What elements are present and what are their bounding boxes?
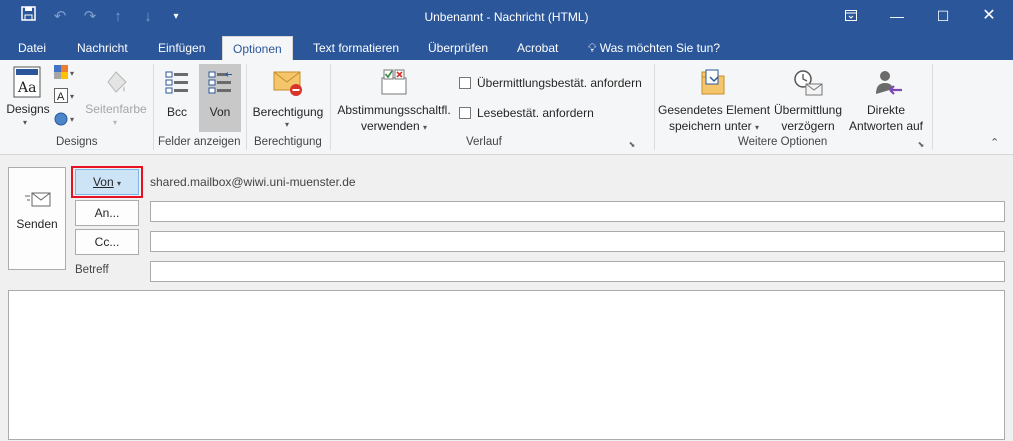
group-separator [153, 64, 154, 150]
von-toggle-label: Von [209, 105, 231, 119]
checkbox-box [459, 77, 471, 89]
to-field[interactable] [150, 201, 1005, 222]
message-body[interactable] [8, 290, 1005, 440]
tab-ueberpruefen[interactable]: Überprüfen [418, 36, 498, 60]
gesendetes-element-button[interactable]: Gesendetes Element speichern unter ▾ [658, 64, 770, 134]
checkbox-box [459, 107, 471, 119]
lesebestaetigung-label: Lesebestät. anfordern [477, 106, 594, 120]
paint-bucket-icon [107, 71, 127, 93]
title-bar: ↶ ↷ ↑ ↓ ▾ Unbenannt - Nachricht (HTML) —… [0, 0, 1013, 36]
group-label-berechtigung: Berechtigung [254, 136, 322, 148]
tell-me-label: Was möchten Sie tun? [599, 41, 721, 55]
svg-text:Aa: Aa [17, 80, 36, 96]
tab-nachricht[interactable]: Nachricht [67, 36, 138, 60]
bcc-field-icon [165, 71, 188, 94]
seitenfarbe-label: Seitenfarbe [85, 102, 147, 116]
chevron-down-icon: ▾ [113, 118, 118, 127]
uebermittlung-verzoegern-button[interactable]: Übermittlung verzögern [770, 64, 846, 134]
send-label: Senden [16, 217, 58, 231]
fonts-dropdown[interactable]: A ▾ [54, 88, 78, 106]
designs-icon: Aa [13, 66, 41, 98]
gesendetes-label-line1: Gesendetes Element [658, 103, 771, 117]
bcc-label: Bcc [166, 105, 187, 119]
an-button[interactable]: An... [75, 200, 139, 226]
group-label-verlauf: Verlauf [466, 136, 502, 148]
close-icon[interactable]: ✕ [966, 0, 1012, 32]
svg-text:▾: ▾ [70, 69, 74, 78]
designs-label: Designs [6, 102, 50, 116]
tab-acrobat[interactable]: Acrobat [507, 36, 568, 60]
subject-field[interactable] [150, 261, 1005, 282]
theme-fonts-icon: A ▾ [54, 88, 74, 103]
group-label-weitere: Weitere Optionen [738, 136, 828, 148]
tab-optionen[interactable]: Optionen [222, 36, 293, 60]
lightbulb-icon: 💡︎ [588, 41, 597, 55]
delay-delivery-icon [794, 70, 823, 96]
designs-button[interactable]: Aa Designs ▾ [6, 64, 50, 132]
colors-dropdown[interactable]: ▾ [54, 65, 78, 83]
gesendetes-label-line2: speichern unter ▾ [668, 119, 760, 133]
cc-field[interactable] [150, 231, 1005, 252]
maximize-icon[interactable]: ☐ [920, 0, 966, 32]
von-button[interactable]: Von ▾ [75, 169, 139, 195]
von-toggle-button[interactable]: Von [199, 64, 241, 132]
dialog-launcher-icon[interactable]: ⬊ [627, 140, 637, 150]
direkte-antworten-button[interactable]: Direkte Antworten auf [846, 64, 926, 134]
svg-text:▾: ▾ [70, 92, 74, 101]
group-separator [654, 64, 655, 150]
minimize-icon[interactable]: — [874, 0, 920, 32]
theme-colors-icon: ▾ [54, 65, 74, 79]
effects-dropdown[interactable]: ▾ [54, 111, 78, 129]
uebermittlungsbestaetigung-label: Übermittlungsbestät. anfordern [477, 76, 642, 90]
chevron-down-icon: ▾ [285, 120, 290, 129]
tell-me-box[interactable]: 💡︎ Was möchten Sie tun? [588, 36, 720, 60]
svg-text:A: A [57, 91, 65, 103]
abstimmung-button[interactable]: Abstimmungsschaltfl. verwenden ▾ [334, 64, 454, 134]
tab-datei[interactable]: Datei [8, 36, 56, 60]
tab-text-formatieren[interactable]: Text formatieren [303, 36, 409, 60]
group-separator [330, 64, 331, 150]
svg-text:▾: ▾ [70, 115, 74, 124]
send-envelope-icon [25, 192, 51, 207]
seitenfarbe-button[interactable]: Seitenfarbe ▾ [84, 64, 148, 132]
theme-effects-icon: ▾ [54, 112, 74, 126]
direct-replies-icon [876, 71, 902, 95]
abstimmung-label-line2: verwenden ▾ [360, 119, 428, 133]
voting-buttons-icon [381, 69, 407, 95]
chevron-down-icon: ▾ [755, 123, 760, 132]
ribbon: Aa Designs ▾ ▾ A ▾ ▾ Seitenfarbe ▾ Design… [0, 60, 1013, 155]
group-separator [246, 64, 247, 150]
group-label-felder: Felder anzeigen [158, 136, 241, 148]
tab-einfuegen[interactable]: Einfügen [148, 36, 215, 60]
chevron-down-icon: ▾ [423, 123, 428, 132]
save-sent-item-icon [701, 69, 725, 95]
from-address: shared.mailbox@wiwi.uni-muenster.de [150, 175, 356, 189]
permission-envelope-icon [273, 71, 302, 96]
bcc-button[interactable]: Bcc [158, 64, 196, 132]
direkte-label-line2: Antworten auf [848, 119, 924, 133]
group-label-designs: Designs [56, 136, 98, 148]
from-field-icon [208, 71, 232, 94]
von-button-label: Von [92, 175, 114, 189]
chevron-down-icon: ▾ [23, 118, 28, 127]
chevron-down-icon: ▾ [117, 179, 122, 188]
abstimmung-label-line1: Abstimmungsschaltfl. [337, 103, 451, 117]
verzoegern-label-line2: verzögern [781, 119, 835, 133]
ribbon-display-options-icon[interactable] [828, 0, 874, 32]
ribbon-tabs: Datei Nachricht Einfügen Optionen Text f… [0, 36, 1013, 60]
dialog-launcher-icon[interactable]: ⬊ [916, 140, 926, 150]
send-button[interactable]: Senden [8, 167, 66, 270]
collapse-ribbon-icon[interactable]: ⌃ [990, 136, 999, 149]
subject-label: Betreff [75, 264, 109, 276]
berechtigung-label: Berechtigung [252, 105, 324, 119]
cc-button[interactable]: Cc... [75, 229, 139, 255]
group-separator [932, 64, 933, 150]
direkte-label-line1: Direkte [866, 103, 905, 117]
verzoegern-label-line1: Übermittlung [773, 103, 843, 117]
berechtigung-button[interactable]: Berechtigung ▾ [250, 64, 326, 132]
